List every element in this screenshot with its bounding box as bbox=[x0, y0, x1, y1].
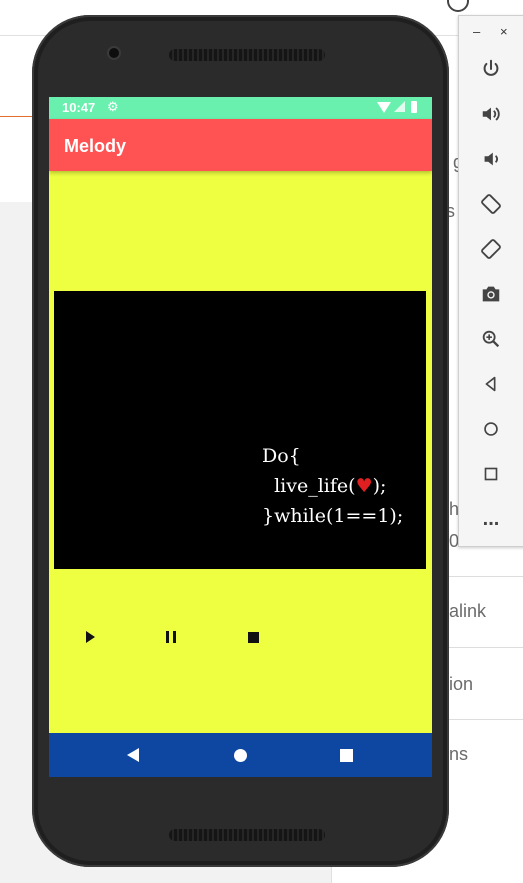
stop-button[interactable] bbox=[233, 617, 273, 657]
close-button[interactable]: × bbox=[500, 24, 508, 39]
rotate-right-icon bbox=[481, 239, 501, 259]
stop-icon bbox=[247, 631, 259, 643]
power-icon bbox=[483, 59, 499, 76]
emulator-toolbar: – × ... bbox=[458, 15, 523, 547]
screenshot-button[interactable] bbox=[473, 276, 509, 312]
front-camera bbox=[109, 48, 119, 58]
nav-home-button[interactable] bbox=[218, 733, 262, 777]
status-bar: 10:47 ⚙ bbox=[49, 97, 432, 119]
app-bar: Melody bbox=[49, 119, 432, 171]
media-controls bbox=[49, 617, 432, 657]
home-icon bbox=[233, 748, 247, 762]
zoom-icon bbox=[482, 330, 500, 348]
back-icon bbox=[485, 376, 496, 392]
volume-up-button[interactable] bbox=[473, 96, 509, 132]
minimize-button[interactable]: – bbox=[473, 24, 480, 39]
more-button[interactable]: ... bbox=[473, 501, 509, 537]
signal-icon bbox=[394, 101, 405, 112]
back-icon bbox=[127, 748, 139, 762]
video-frame-text: Do{ live_life(♥); }while(1==1); bbox=[262, 441, 403, 531]
code-line-2-prefix: live_life( bbox=[262, 475, 356, 497]
emulator-home-button[interactable] bbox=[473, 411, 509, 447]
nav-back-button[interactable] bbox=[111, 733, 155, 777]
home-icon bbox=[484, 422, 498, 436]
app-title: Melody bbox=[64, 136, 127, 156]
status-time: 10:47 bbox=[62, 100, 96, 115]
camera-icon bbox=[482, 286, 500, 302]
rotate-right-button[interactable] bbox=[473, 231, 509, 267]
zoom-button[interactable] bbox=[473, 321, 509, 357]
code-line-2-suffix: ); bbox=[372, 475, 387, 497]
bottom-speaker-grille bbox=[169, 829, 325, 841]
overview-icon bbox=[484, 467, 498, 481]
pause-button[interactable] bbox=[151, 617, 191, 657]
video-view[interactable]: Do{ live_life(♥); }while(1==1); bbox=[54, 291, 426, 569]
emulator-window-controls: – × bbox=[459, 16, 523, 48]
ide-link-text[interactable]: alink bbox=[449, 601, 486, 622]
nav-recent-apps-button[interactable] bbox=[324, 733, 368, 777]
volume-up-icon bbox=[482, 107, 500, 121]
rotate-left-button[interactable] bbox=[473, 186, 509, 222]
volume-down-button[interactable] bbox=[473, 141, 509, 177]
top-speaker-grille bbox=[169, 49, 325, 61]
battery-icon bbox=[411, 101, 417, 113]
heart-icon: ♥ bbox=[355, 475, 373, 497]
power-button[interactable] bbox=[473, 51, 509, 87]
play-button[interactable] bbox=[70, 617, 110, 657]
wifi-icon bbox=[377, 102, 391, 113]
ide-link-text[interactable]: ns bbox=[449, 744, 468, 765]
play-icon bbox=[85, 631, 95, 643]
more-icon: ... bbox=[482, 507, 500, 530]
gear-icon: ⚙ bbox=[107, 99, 119, 114]
recent-apps-icon bbox=[339, 748, 353, 762]
ide-link-text[interactable]: ion bbox=[449, 674, 473, 695]
pause-icon bbox=[166, 631, 176, 643]
code-line-3: }while(1==1); bbox=[262, 505, 404, 527]
emulator-overview-button[interactable] bbox=[473, 456, 509, 492]
info-icon[interactable] bbox=[447, 0, 469, 12]
emulator-back-button[interactable] bbox=[473, 366, 509, 402]
rotate-left-icon bbox=[481, 194, 501, 214]
phone-screen: 10:47 ⚙ Melody Do{ live_life(♥); }while(… bbox=[49, 97, 432, 777]
volume-down-icon bbox=[484, 152, 498, 166]
navigation-bar bbox=[49, 733, 432, 777]
code-line-1: Do{ bbox=[262, 445, 301, 467]
